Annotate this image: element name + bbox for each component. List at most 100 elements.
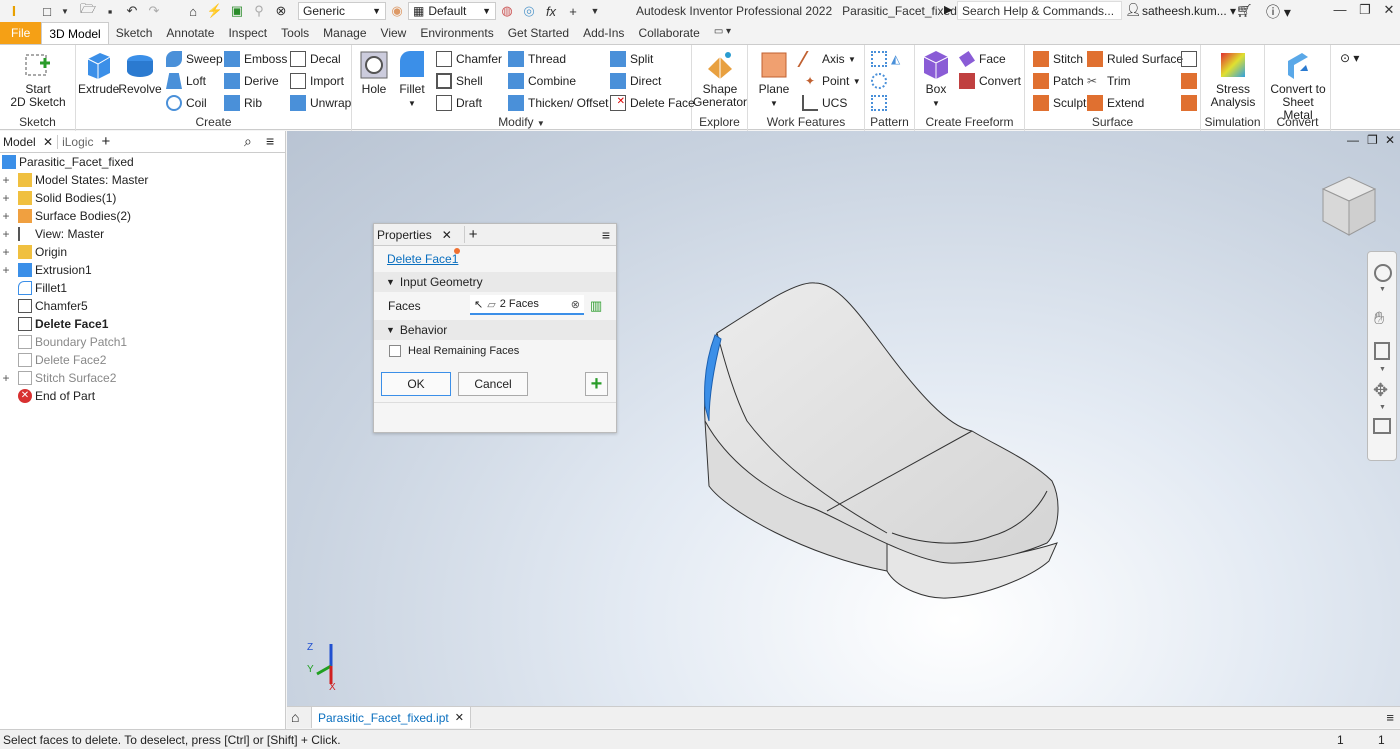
close-icon[interactable]: ✕ xyxy=(455,711,464,724)
orbit-icon[interactable]: ✥ xyxy=(1373,380,1388,401)
viewcube[interactable] xyxy=(1317,171,1381,239)
combine-button[interactable]: Combine xyxy=(508,72,576,90)
tab-3d-model[interactable]: 3D Model xyxy=(41,22,109,44)
sweep-button[interactable]: Sweep xyxy=(166,50,223,68)
tree-item-origin[interactable]: + Origin xyxy=(0,243,67,261)
shell-button[interactable]: Shell xyxy=(436,72,483,90)
direct-button[interactable]: Direct xyxy=(610,72,661,90)
select-other-icon[interactable]: ▥ xyxy=(590,298,602,314)
tab-collaborate[interactable]: Collaborate xyxy=(631,22,706,44)
cart-icon[interactable]: 🛒︎ xyxy=(1236,3,1253,19)
tree-item-model-states[interactable]: + Model States: Master xyxy=(0,171,148,189)
inventor-logo-icon[interactable]: I xyxy=(6,3,22,20)
tree-item-view[interactable]: + View: Master xyxy=(0,225,104,243)
freeform-convert-button[interactable]: Convert xyxy=(959,72,1021,90)
color-wheel-icon[interactable]: ◉ xyxy=(389,3,405,19)
loft-button[interactable]: Loft xyxy=(166,72,206,90)
material-select[interactable]: ▦ Default ▼ xyxy=(408,2,496,20)
steering-wheel-icon[interactable] xyxy=(1374,264,1392,282)
tab-model[interactable]: Model ✕ xyxy=(0,135,57,149)
sculpt-button[interactable]: Sculpt xyxy=(1033,94,1086,112)
fillet-button[interactable]: Fillet ▼ xyxy=(394,49,430,110)
tab-get-started[interactable]: Get Started xyxy=(501,22,576,44)
home-icon[interactable]: ⌂ xyxy=(185,3,201,19)
tab-sketch[interactable]: Sketch xyxy=(109,22,160,44)
ucs-button[interactable]: UCS xyxy=(802,94,847,112)
shape-generator-button[interactable]: Shape Generator xyxy=(692,49,748,109)
stress-analysis-button[interactable]: Stress Analysis xyxy=(1203,49,1263,109)
tab-tools[interactable]: Tools xyxy=(274,22,316,44)
help-icon[interactable]: ⓘ ▾ xyxy=(1266,2,1291,22)
ribbon-options-icon[interactable]: ▭ ▾ xyxy=(707,22,738,44)
rib-button[interactable]: Rib xyxy=(224,94,262,112)
convert-sheet-metal-button[interactable]: Convert to Sheet Metal xyxy=(1267,49,1329,122)
zoom-icon[interactable] xyxy=(1374,342,1390,360)
coil-button[interactable]: Coil xyxy=(166,94,207,112)
select-icon[interactable]: ▣ xyxy=(229,3,245,19)
update-icon[interactable]: ⚡ xyxy=(207,3,223,19)
expand-icon[interactable]: + xyxy=(0,209,12,223)
extrude-button[interactable]: Extrude xyxy=(78,49,119,96)
tab-add-ins[interactable]: Add-Ins xyxy=(576,22,631,44)
tab-environments[interactable]: Environments xyxy=(413,22,500,44)
emboss-button[interactable]: Emboss xyxy=(224,50,287,68)
faces-selector[interactable]: ↖ ▱ 2 Faces ⊗ xyxy=(470,295,584,315)
axis-button[interactable]: Axis ▼ xyxy=(797,50,856,68)
tree-item-delete-face1[interactable]: Delete Face1 xyxy=(18,315,108,333)
tree-item-chamfer5[interactable]: Chamfer5 xyxy=(18,297,88,315)
search-help-input[interactable]: Search Help & Commands... xyxy=(957,1,1122,20)
doc-tab-active[interactable]: Parasitic_Facet_fixed.ipt ✕ xyxy=(311,707,471,728)
user-name[interactable]: satheesh.kum... ▾ xyxy=(1142,4,1236,18)
chamfer-button[interactable]: Chamfer xyxy=(436,50,502,68)
tab-annotate[interactable]: Annotate xyxy=(159,22,221,44)
sketch-pattern-button[interactable] xyxy=(871,94,891,112)
thicken-offset-button[interactable]: Thicken/ Offset xyxy=(508,94,608,112)
rectangular-pattern-button[interactable] xyxy=(871,50,891,68)
split-button[interactable]: Split xyxy=(610,50,653,68)
home-icon[interactable]: ⌂ xyxy=(291,709,299,725)
stitch-button[interactable]: Stitch xyxy=(1033,50,1083,68)
delete-face-button[interactable]: ✕ Delete Face xyxy=(610,94,695,112)
redo-icon[interactable]: ↷ xyxy=(146,3,162,19)
draft-button[interactable]: Draft xyxy=(436,94,482,112)
tab-inspect[interactable]: Inspect xyxy=(221,22,274,44)
expand-icon[interactable]: + xyxy=(0,173,12,187)
ok-button[interactable]: OK xyxy=(381,372,451,396)
chevron-right-icon[interactable]: ▶ xyxy=(944,3,952,16)
restore-icon[interactable]: ❐ xyxy=(1355,2,1375,20)
cancel-button[interactable]: Cancel xyxy=(458,372,528,396)
hole-button[interactable]: Hole xyxy=(356,49,392,96)
tree-item-part[interactable]: Parasitic_Facet_fixed xyxy=(2,153,134,171)
ribbon-expand-icon[interactable]: ⊙ ▾ xyxy=(1340,51,1359,65)
minimize-icon[interactable]: — xyxy=(1347,133,1359,147)
repair-bodies-button[interactable] xyxy=(1181,72,1201,90)
properties-tab[interactable]: Properties xyxy=(377,228,432,242)
ruled-surface-button[interactable]: Ruled Surface xyxy=(1087,50,1183,68)
derive-button[interactable]: Derive xyxy=(224,72,279,90)
tree-item-solid-bodies[interactable]: + Solid Bodies(1) xyxy=(0,189,116,207)
user-icon[interactable]: 👤︎ xyxy=(1125,2,1142,18)
behavior-section[interactable]: ▼ Behavior xyxy=(374,320,616,340)
thread-button[interactable]: Thread xyxy=(508,50,566,68)
tree-item-surface-bodies[interactable]: + Surface Bodies(2) xyxy=(0,207,131,225)
revolve-button[interactable]: Revolve xyxy=(118,49,162,96)
expand-icon[interactable]: + xyxy=(0,245,12,259)
3d-model[interactable] xyxy=(687,271,1087,611)
input-geometry-section[interactable]: ▼ Input Geometry xyxy=(374,272,616,292)
save-icon[interactable]: ▪ xyxy=(102,3,118,19)
replace-face-button[interactable] xyxy=(1181,50,1201,68)
start-sketch-button[interactable]: Start 2D Sketch xyxy=(8,49,68,109)
dropdown-arrow-icon[interactable]: ▼ xyxy=(61,3,69,19)
menu-icon[interactable]: ≡ xyxy=(266,133,274,149)
plus-icon[interactable]: + xyxy=(565,3,581,19)
trim-button[interactable]: ✂ Trim xyxy=(1087,72,1131,90)
tree-item-fillet1[interactable]: Fillet1 xyxy=(18,279,67,297)
restore-icon[interactable]: ❐ xyxy=(1367,133,1378,147)
expand-icon[interactable]: + xyxy=(0,263,12,277)
close-icon[interactable]: ✕ xyxy=(1385,133,1395,147)
decal-button[interactable]: Decal xyxy=(290,50,341,68)
add-tab-icon[interactable]: + xyxy=(97,133,114,150)
fx-parameters-icon[interactable]: fx xyxy=(543,3,559,19)
patch-button[interactable]: Patch xyxy=(1033,72,1084,90)
tree-item-end-of-part[interactable]: ✕ End of Part xyxy=(18,387,95,405)
